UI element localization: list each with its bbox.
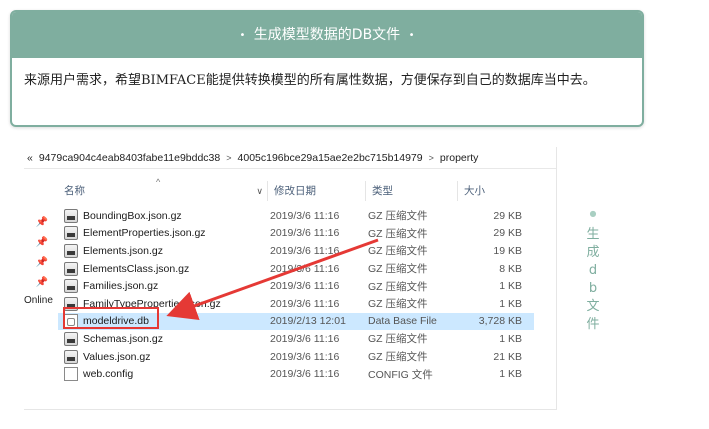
file-size: 1 KB: [499, 297, 522, 310]
file-type: Data Base File: [368, 315, 437, 328]
file-type: GZ 压缩文件: [368, 245, 428, 258]
bullet-right: •: [408, 30, 415, 41]
file-name[interactable]: BoundingBox.json.gz: [83, 210, 270, 222]
file-row[interactable]: ElementProperties.json.gz 2019/3/6 11:16 G…: [58, 225, 534, 243]
breadcrumb-overflow[interactable]: «: [27, 152, 33, 164]
file-row[interactable]: BoundingBox.json.gz 2019/3/6 11:16 GZ 压缩文件…: [58, 207, 534, 225]
file-size: 1 KB: [499, 368, 522, 381]
file-date: 2019/3/6 11:16: [270, 262, 340, 275]
file-type: GZ 压缩文件: [368, 351, 428, 364]
card-body-text: 来源用户需求，希望BIMFACE能提供转换模型的所有属性数据，方便保存到自己的数…: [24, 73, 596, 88]
file-date: 2019/3/6 11:16: [270, 332, 340, 345]
file-type: GZ 压缩文件: [368, 333, 428, 346]
caption-char: 成: [586, 245, 600, 260]
file-date: 2019/3/6 11:16: [270, 244, 340, 257]
bullet-icon: ●: [589, 209, 597, 218]
config-file-icon: [64, 367, 78, 382]
card-header: • 生成模型数据的DB文件 •: [12, 12, 642, 58]
file-date: 2019/3/6 11:16: [270, 227, 340, 240]
gz-archive-icon: [64, 331, 78, 346]
file-name[interactable]: Elements.json.gz: [83, 245, 270, 257]
breadcrumb-separator-icon: >: [226, 152, 232, 163]
info-card: • 生成模型数据的DB文件 • 来源用户需求，希望BIMFACE能提供转换模型的…: [10, 10, 644, 127]
file-row[interactable]: Schemas.json.gz 2019/3/6 11:16 GZ 压缩文件 1 KB: [58, 330, 534, 348]
file-name[interactable]: Schemas.json.gz: [83, 333, 270, 345]
file-size: 8 KB: [499, 262, 522, 275]
column-label: 大小: [464, 185, 485, 197]
column-header-size[interactable]: 大小: [458, 181, 520, 201]
sort-ascending-icon: ^: [156, 177, 161, 187]
file-type: GZ 压缩文件: [368, 280, 428, 293]
file-list: BoundingBox.json.gz 2019/3/6 11:16 GZ 压缩文件…: [58, 207, 534, 383]
file-type: GZ 压缩文件: [368, 210, 428, 223]
caption-char: 生: [586, 227, 600, 242]
file-name[interactable]: web.config: [83, 368, 270, 380]
gz-archive-icon: [64, 349, 78, 364]
column-header-type[interactable]: 类型: [366, 181, 458, 201]
column-headers: ^ 名称 ∨ 修改日期 类型 大小: [58, 177, 556, 201]
quick-access-pins: 📌 📌 📌 📌: [32, 217, 52, 297]
caption-char: 件: [586, 317, 600, 332]
file-size: 1 KB: [499, 280, 522, 293]
gz-archive-icon: [64, 243, 78, 258]
pin-icon[interactable]: 📌: [32, 277, 52, 297]
side-caption: ● 生 成 d b 文 件: [582, 208, 604, 334]
file-row[interactable]: Values.json.gz 2019/3/6 11:16 GZ 压缩文件 21 KB: [58, 348, 534, 366]
file-row[interactable]: web.config 2019/3/6 11:16 CONFIG 文件 1 KB: [58, 365, 534, 383]
file-size: 21 KB: [493, 350, 522, 363]
column-header-date[interactable]: 修改日期: [268, 181, 366, 201]
file-row[interactable]: Families.json.gz 2019/3/6 11:16 GZ 压缩文件 1 K…: [58, 277, 534, 295]
breadcrumb-item[interactable]: 9479ca904c4eab8403fabe11e9bddc38: [39, 152, 220, 164]
file-explorer-screenshot: « 9479ca904c4eab8403fabe11e9bddc38 > 400…: [24, 147, 557, 410]
file-type: CONFIG 文件: [368, 368, 433, 381]
card-title: 生成模型数据的DB文件: [253, 27, 401, 43]
file-date: 2019/3/6 11:16: [270, 280, 340, 293]
file-size: 3,728 KB: [478, 315, 522, 328]
address-bar[interactable]: « 9479ca904c4eab8403fabe11e9bddc38 > 400…: [24, 147, 556, 169]
column-label: 类型: [372, 185, 393, 197]
file-row[interactable]: Elements.json.gz 2019/3/6 11:16 GZ 压缩文件 19 …: [58, 242, 534, 260]
chevron-down-icon[interactable]: ∨: [256, 181, 263, 201]
gz-archive-icon: [64, 261, 78, 276]
pin-icon[interactable]: 📌: [32, 217, 52, 237]
file-date: 2019/3/6 11:16: [270, 368, 340, 381]
file-size: 29 KB: [493, 209, 522, 222]
file-type: GZ 压缩文件: [368, 227, 428, 240]
file-name[interactable]: ElementProperties.json.gz: [83, 227, 270, 239]
pin-icon[interactable]: 📌: [32, 237, 52, 257]
column-label: 修改日期: [274, 185, 316, 197]
breadcrumb-separator-icon: >: [428, 152, 434, 163]
caption-char: d: [588, 263, 598, 278]
file-row[interactable]: ElementsClass.json.gz 2019/3/6 11:16 GZ 压缩…: [58, 260, 534, 278]
gz-archive-icon: [64, 226, 78, 241]
file-size: 29 KB: [493, 227, 522, 240]
caption-char: 文: [586, 299, 600, 314]
nav-pane-label[interactable]: Online: [24, 295, 53, 306]
file-date: 2019/3/6 11:16: [270, 209, 340, 222]
gz-archive-icon: [64, 208, 78, 223]
file-type: GZ 压缩文件: [368, 263, 428, 276]
pin-icon[interactable]: 📌: [32, 257, 52, 277]
file-name[interactable]: ElementsClass.json.gz: [83, 263, 270, 275]
bullet-left: •: [239, 30, 246, 41]
column-label: 名称: [64, 185, 85, 197]
column-header-name[interactable]: ^ 名称 ∨: [58, 177, 268, 201]
file-name[interactable]: Values.json.gz: [83, 351, 270, 363]
file-name[interactable]: Families.json.gz: [83, 280, 270, 292]
breadcrumb-item[interactable]: property: [440, 152, 479, 164]
highlight-box: [63, 307, 159, 329]
file-size: 1 KB: [499, 332, 522, 345]
file-date: 2019/3/6 11:16: [270, 350, 340, 363]
file-size: 19 KB: [493, 244, 522, 257]
caption-char: b: [588, 281, 598, 296]
gz-archive-icon: [64, 279, 78, 294]
file-type: GZ 压缩文件: [368, 298, 428, 311]
file-date: 2019/2/13 12:01: [270, 315, 346, 328]
breadcrumb-item[interactable]: 4005c196bce29a15ae2e2bc715b14979: [238, 152, 423, 164]
file-date: 2019/3/6 11:16: [270, 297, 340, 310]
